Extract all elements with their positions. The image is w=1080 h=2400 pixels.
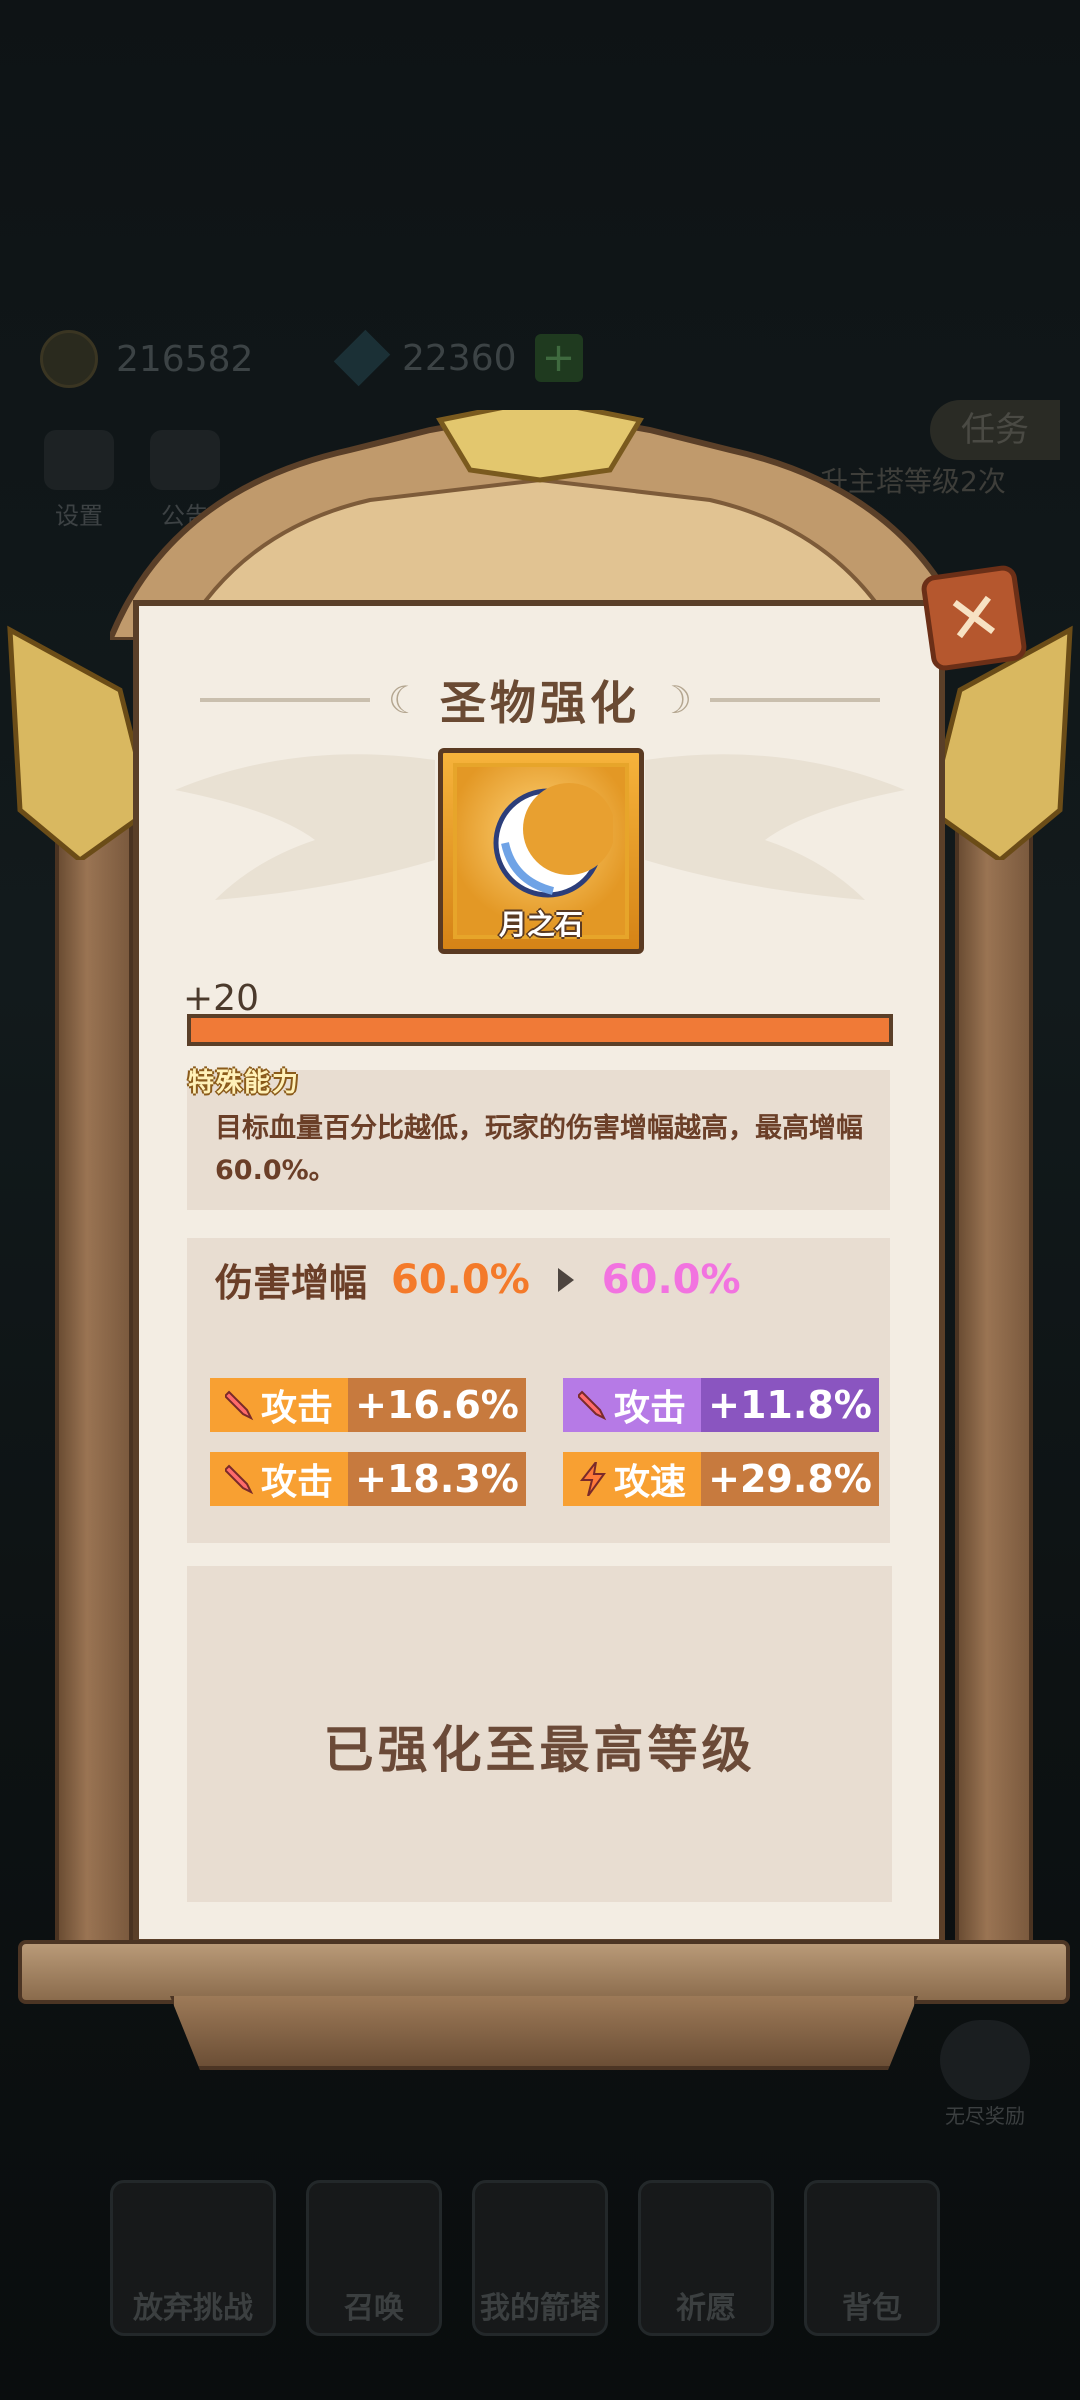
nav-summon: 召唤 [306, 2180, 442, 2336]
attribute-attack-3: 攻击 +18.3% [210, 1452, 526, 1506]
level-progress-fill [191, 1018, 889, 1042]
nav-label: 我的箭塔 [480, 2291, 600, 2326]
frame-right-pillar [955, 760, 1033, 1968]
close-icon: ✕ [941, 576, 1007, 660]
bottom-nav: 放弃挑战 召唤 我的箭塔 祈愿 背包 [110, 2180, 970, 2336]
endless-reward-label: 无尽奖励 [945, 2104, 1025, 2128]
attribute-name: 攻速 [613, 1462, 686, 1503]
arrow-right-icon [557, 1267, 574, 1292]
crescent-left-icon: ☾ [387, 678, 422, 722]
nav-label: 背包 [842, 2291, 902, 2326]
max-level-text: 已强化至最高等级 [323, 1721, 756, 1779]
frame-base [18, 1940, 1070, 2004]
attribute-value: +16.6% [348, 1378, 526, 1432]
attribute-attack-2: 攻击 +11.8% [563, 1378, 879, 1432]
relic-level: +20 [183, 978, 259, 1019]
attribute-value: +11.8% [701, 1378, 879, 1432]
attribute-attack-speed: 攻速 +29.8% [563, 1452, 879, 1506]
frame-left-pillar [55, 760, 133, 1968]
nav-give-up: 放弃挑战 [110, 2180, 276, 2336]
endless-reward: 无尽奖励 [930, 2020, 1040, 2129]
attack-icon [224, 1464, 254, 1495]
damage-boost-current: 60.0% [391, 1256, 530, 1303]
nav-label: 祈愿 [676, 2291, 736, 2326]
gem-resource: 22360 + [333, 329, 583, 387]
attribute-value: +18.3% [348, 1452, 526, 1506]
attribute-attack-1: 攻击 +16.6% [210, 1378, 526, 1432]
damage-boost-next: 60.0% [601, 1256, 741, 1303]
nav-label: 召唤 [344, 2291, 404, 2326]
damage-boost-label: 伤害增幅 [215, 1261, 368, 1305]
gem-amount: 22360 [402, 337, 517, 379]
nav-wish: 祈愿 [638, 2180, 774, 2336]
nav-backpack: 背包 [804, 2180, 940, 2336]
gold-coin-icon [40, 330, 98, 388]
damage-boost-row: 伤害增幅 60.0% 60.0% [215, 1252, 741, 1307]
attribute-name: 攻击 [613, 1388, 686, 1429]
lightning-icon [579, 1462, 606, 1496]
gear-icon [44, 430, 114, 490]
title-divider-left [200, 698, 370, 702]
attribute-tag: 攻击 [210, 1452, 348, 1506]
nav-my-tower: 我的箭塔 [472, 2180, 608, 2336]
title-divider-right [710, 698, 880, 702]
attribute-tag: 攻击 [563, 1378, 701, 1432]
attack-icon [224, 1390, 254, 1421]
attribute-name: 攻击 [260, 1388, 333, 1429]
attribute-tag: 攻速 [563, 1452, 701, 1506]
attack-icon [577, 1390, 607, 1421]
gold-resource: 216582 [40, 330, 253, 388]
gem-icon [333, 329, 391, 387]
add-gems-icon: + [534, 334, 583, 382]
special-ability-label: 特殊能力 [188, 1068, 301, 1098]
attribute-tag: 攻击 [210, 1378, 348, 1432]
frame-base-bottom [170, 1996, 918, 2070]
settings-label: 设置 [55, 502, 103, 530]
endless-reward-icon [940, 2020, 1030, 2100]
attribute-name: 攻击 [260, 1462, 333, 1503]
close-button[interactable]: ✕ [919, 563, 1029, 673]
level-progress-bar [187, 1014, 893, 1046]
crescent-right-icon: ☽ [658, 678, 693, 722]
nav-label: 放弃挑战 [133, 2291, 253, 2326]
attribute-value: +29.8% [701, 1452, 879, 1506]
relic-item-name: 月之石 [498, 908, 583, 941]
moon-icon [493, 783, 613, 898]
gold-amount: 216582 [116, 338, 254, 380]
special-ability-text: 目标血量百分比越低，玩家的伤害增幅越高，最高增幅60.0%。 [215, 1113, 863, 1186]
relic-item-card: 月之石 [438, 748, 644, 954]
